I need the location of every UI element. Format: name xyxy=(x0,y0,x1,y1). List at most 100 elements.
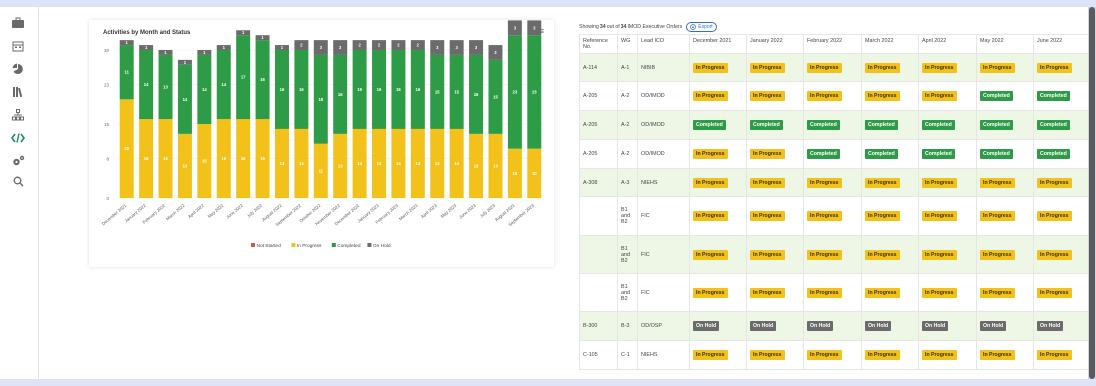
search-icon[interactable] xyxy=(10,173,26,189)
status-badge[interactable]: In Progress xyxy=(980,178,1015,188)
status-badge[interactable]: Completed xyxy=(865,149,898,159)
legend-label[interactable]: Completed xyxy=(337,243,361,249)
column-header[interactable]: Reference No. xyxy=(580,35,618,54)
status-badge[interactable]: In Progress xyxy=(922,178,957,188)
table-row[interactable]: A-205A-2OD/IMODIn ProgressIn ProgressIn … xyxy=(580,82,1096,111)
status-badge[interactable]: In Progress xyxy=(1037,211,1072,221)
status-badge[interactable]: In Progress xyxy=(693,149,728,159)
code-icon[interactable] xyxy=(10,130,26,146)
pie-chart-icon[interactable] xyxy=(10,61,26,77)
status-badge[interactable]: In Progress xyxy=(807,63,842,73)
briefcase-icon[interactable] xyxy=(10,15,26,31)
status-badge[interactable]: Completed xyxy=(807,120,840,130)
status-badge[interactable]: In Progress xyxy=(980,250,1015,260)
status-badge[interactable]: In Progress xyxy=(922,63,957,73)
table-row[interactable]: B1 and B2FICIn ProgressIn ProgressIn Pro… xyxy=(580,197,1096,236)
status-badge[interactable]: In Progress xyxy=(693,91,728,101)
status-badge[interactable]: In Progress xyxy=(1037,288,1072,298)
scrollbar[interactable] xyxy=(1089,7,1095,379)
status-badge[interactable]: Completed xyxy=(807,149,840,159)
status-badge[interactable]: In Progress xyxy=(750,250,785,260)
status-badge[interactable]: In Progress xyxy=(1037,250,1072,260)
status-badge[interactable]: In Progress xyxy=(1037,178,1072,188)
column-header[interactable]: February 2022 xyxy=(804,35,862,54)
column-header[interactable]: March 2022 xyxy=(862,35,919,54)
status-badge[interactable]: In Progress xyxy=(922,211,957,221)
library-icon[interactable] xyxy=(10,84,26,100)
status-badge[interactable]: In Progress xyxy=(750,91,785,101)
status-badge[interactable]: In Progress xyxy=(693,178,728,188)
column-header[interactable]: April 2022 xyxy=(919,35,977,54)
status-badge[interactable]: In Progress xyxy=(922,350,957,360)
status-badge[interactable]: On Hold xyxy=(922,321,948,331)
status-badge[interactable]: In Progress xyxy=(750,149,785,159)
status-badge[interactable]: In Progress xyxy=(865,63,900,73)
status-badge[interactable]: On Hold xyxy=(1037,321,1063,331)
status-badge[interactable]: In Progress xyxy=(693,250,728,260)
status-badge[interactable]: On Hold xyxy=(807,321,833,331)
status-badge[interactable]: In Progress xyxy=(807,178,842,188)
status-badge[interactable]: In Progress xyxy=(693,211,728,221)
legend-swatch[interactable] xyxy=(291,243,295,247)
status-badge[interactable]: In Progress xyxy=(693,350,728,360)
column-header[interactable]: December 2021 xyxy=(690,35,747,54)
status-badge[interactable]: In Progress xyxy=(1037,63,1072,73)
legend-label[interactable]: On Hold xyxy=(373,243,391,249)
gears-icon[interactable] xyxy=(10,153,26,169)
status-badge[interactable]: Completed xyxy=(750,120,783,130)
org-chart-icon[interactable] xyxy=(10,107,26,123)
status-badge[interactable]: Completed xyxy=(1037,91,1070,101)
status-badge[interactable]: In Progress xyxy=(1037,350,1072,360)
column-header[interactable]: May 2022 xyxy=(977,35,1034,54)
status-badge[interactable]: Completed xyxy=(922,149,955,159)
status-badge[interactable]: In Progress xyxy=(807,91,842,101)
table-row[interactable]: A-205A-2OD/IMODCompletedCompletedComplet… xyxy=(580,111,1096,140)
column-header[interactable]: Lead ICO xyxy=(638,35,690,54)
legend-label[interactable]: In Progress xyxy=(297,243,322,249)
table-row[interactable]: A-308A-3NIEHSIn ProgressIn ProgressIn Pr… xyxy=(580,169,1096,197)
status-badge[interactable]: Completed xyxy=(1037,149,1070,159)
table-row[interactable]: B-300B-3OD/OSPOn HoldOn HoldOn HoldOn Ho… xyxy=(580,312,1096,341)
table-row[interactable]: B1 and B2FICIn ProgressIn ProgressIn Pro… xyxy=(580,236,1096,274)
status-badge[interactable]: In Progress xyxy=(980,211,1015,221)
status-badge[interactable]: Completed xyxy=(922,120,955,130)
column-header[interactable]: January 2022 xyxy=(747,35,804,54)
calendar-icon[interactable] xyxy=(10,38,26,54)
status-badge[interactable]: In Progress xyxy=(750,288,785,298)
legend-swatch[interactable] xyxy=(332,243,336,247)
table-row[interactable]: B1 and B2FICIn ProgressIn ProgressIn Pro… xyxy=(580,274,1096,312)
status-badge[interactable]: Completed xyxy=(980,120,1013,130)
status-badge[interactable]: In Progress xyxy=(922,91,957,101)
status-badge[interactable]: In Progress xyxy=(865,178,900,188)
legend-swatch[interactable] xyxy=(251,243,255,247)
status-badge[interactable]: In Progress xyxy=(865,211,900,221)
status-badge[interactable]: In Progress xyxy=(750,63,785,73)
status-badge[interactable]: Completed xyxy=(980,91,1013,101)
status-badge[interactable]: In Progress xyxy=(750,211,785,221)
status-badge[interactable]: In Progress xyxy=(865,350,900,360)
column-header[interactable]: WG xyxy=(618,35,638,54)
export-button[interactable]: Export xyxy=(686,22,716,32)
column-header[interactable]: June 2022 xyxy=(1034,35,1092,54)
status-badge[interactable]: In Progress xyxy=(865,91,900,101)
status-badge[interactable]: In Progress xyxy=(807,211,842,221)
status-badge[interactable]: In Progress xyxy=(807,350,842,360)
status-badge[interactable]: On Hold xyxy=(693,321,719,331)
legend-swatch[interactable] xyxy=(367,243,371,247)
status-badge[interactable]: On Hold xyxy=(750,321,776,331)
status-badge[interactable]: Completed xyxy=(980,149,1013,159)
status-badge[interactable]: Completed xyxy=(1037,120,1070,130)
legend-label[interactable]: Not Started xyxy=(257,243,282,249)
status-badge[interactable]: In Progress xyxy=(807,288,842,298)
status-badge[interactable]: In Progress xyxy=(807,250,842,260)
status-badge[interactable]: In Progress xyxy=(750,178,785,188)
status-badge[interactable]: In Progress xyxy=(922,250,957,260)
status-badge[interactable]: In Progress xyxy=(865,250,900,260)
status-badge[interactable]: In Progress xyxy=(922,288,957,298)
status-badge[interactable]: Completed xyxy=(693,120,726,130)
table-row[interactable]: C-105C-1NIEHSIn ProgressIn ProgressIn Pr… xyxy=(580,341,1096,370)
table-row[interactable]: A-114A-1NIBIBIn ProgressIn ProgressIn Pr… xyxy=(580,54,1096,82)
table-row[interactable]: A-205A-2OD/IMODIn ProgressIn ProgressCom… xyxy=(580,140,1096,169)
status-badge[interactable]: On Hold xyxy=(980,321,1006,331)
status-badge[interactable]: In Progress xyxy=(693,63,728,73)
